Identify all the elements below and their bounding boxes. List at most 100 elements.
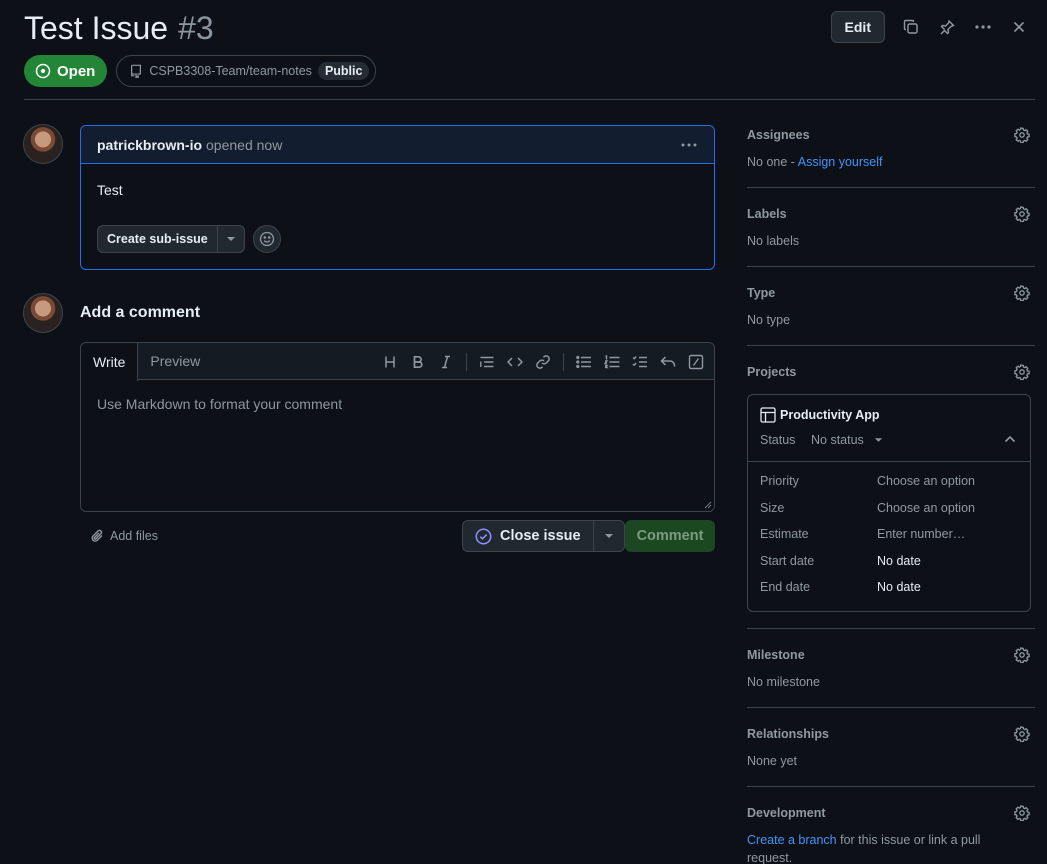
gear-icon[interactable] bbox=[1014, 285, 1030, 301]
add-files-label: Add files bbox=[110, 529, 158, 543]
status-label: Status bbox=[760, 433, 796, 447]
toolbar-divider bbox=[466, 352, 467, 371]
toolbar-divider bbox=[563, 352, 564, 371]
assign-yourself-link[interactable]: Assign yourself bbox=[798, 155, 883, 169]
milestone-value: No milestone bbox=[747, 674, 820, 689]
sidebar-title: Assignees bbox=[747, 128, 810, 142]
issue-timestamp: opened now bbox=[206, 136, 283, 153]
type-value: No type bbox=[747, 313, 791, 327]
copy-icon[interactable] bbox=[901, 17, 921, 37]
assignees-value: No one - Assign yourself bbox=[747, 153, 1035, 171]
issue-title-row: Test Issue #3 bbox=[24, 8, 214, 48]
task-list-icon[interactable] bbox=[632, 354, 648, 370]
comment-textarea[interactable]: Use Markdown to format your comment bbox=[81, 380, 714, 428]
sidebar-development: Development Create a branch for this iss… bbox=[747, 803, 1035, 864]
header-actions: Edit bbox=[830, 11, 1029, 43]
comment-button[interactable]: Comment bbox=[625, 520, 715, 552]
field-value: No date bbox=[877, 553, 921, 568]
gear-icon[interactable] bbox=[1014, 804, 1030, 821]
project-name-link[interactable]: Productivity App bbox=[760, 407, 1018, 423]
issue-title: Test Issue bbox=[24, 10, 169, 46]
create-subissue-button[interactable]: Create sub-issue bbox=[98, 226, 218, 252]
project-field-row[interactable]: End date No date bbox=[760, 580, 1018, 607]
author-link[interactable]: patrickbrown-io bbox=[97, 137, 202, 153]
status-badge: Open bbox=[24, 55, 108, 87]
resize-handle-icon[interactable] bbox=[704, 501, 712, 509]
tab-preview[interactable]: Preview bbox=[138, 343, 212, 379]
repo-pill[interactable]: CSPB3308-Team/team-notes Public bbox=[116, 55, 377, 87]
close-issue-label: Close issue bbox=[500, 528, 581, 544]
comment-editor: Write Preview Use Markdown to format you… bbox=[80, 342, 715, 512]
ordered-list-icon[interactable] bbox=[604, 354, 620, 370]
project-field-row[interactable]: Start date No date bbox=[760, 554, 1018, 581]
subissue-group: Create sub-issue bbox=[97, 225, 281, 253]
kebab-menu-icon[interactable] bbox=[973, 17, 993, 37]
assignees-empty-text: No one - bbox=[747, 155, 798, 169]
gear-icon[interactable] bbox=[1014, 725, 1030, 742]
field-value: Choose an option bbox=[877, 500, 975, 515]
repo-name: CSPB3308-Team/team-notes bbox=[149, 64, 312, 78]
create-branch-link[interactable]: Create a branch bbox=[747, 833, 837, 847]
project-field-row[interactable]: Estimate Enter number… bbox=[760, 527, 1018, 554]
avatar[interactable] bbox=[23, 124, 63, 164]
field-label: Priority bbox=[760, 474, 799, 488]
visibility-badge: Public bbox=[317, 62, 370, 80]
project-name: Productivity App bbox=[780, 408, 880, 422]
gear-icon[interactable] bbox=[1014, 206, 1030, 222]
slash-command-icon[interactable] bbox=[688, 354, 704, 370]
gear-icon[interactable] bbox=[1014, 646, 1030, 663]
field-value: Choose an option bbox=[877, 474, 975, 488]
project-fields: Priority Choose an option Size Choose an… bbox=[748, 462, 1030, 611]
unordered-list-icon[interactable] bbox=[576, 354, 592, 370]
sidebar-type: Type No type bbox=[747, 283, 1035, 346]
sidebar-labels: Labels No labels bbox=[747, 204, 1035, 267]
field-value: Enter number… bbox=[877, 527, 966, 541]
pin-icon[interactable] bbox=[937, 17, 957, 37]
project-field-row[interactable]: Size Choose an option bbox=[760, 501, 1018, 528]
chevron-down-icon[interactable] bbox=[218, 226, 244, 252]
code-icon[interactable] bbox=[507, 354, 523, 370]
sidebar-title: Projects bbox=[747, 365, 797, 379]
project-status: Status No status bbox=[760, 433, 1018, 447]
create-subissue-split-button: Create sub-issue bbox=[97, 225, 245, 253]
issue-body-text: Test bbox=[97, 182, 123, 198]
smiley-icon[interactable] bbox=[252, 225, 281, 253]
close-icon[interactable] bbox=[1009, 17, 1029, 37]
header-divider bbox=[24, 99, 1035, 100]
issue-state-row: Open CSPB3308-Team/team-notes Public bbox=[24, 55, 377, 87]
check-circle-icon bbox=[475, 528, 492, 545]
kebab-menu-icon[interactable] bbox=[680, 137, 698, 153]
tab-write[interactable]: Write bbox=[81, 343, 139, 381]
sidebar-title: Type bbox=[747, 286, 776, 300]
gear-icon[interactable] bbox=[1014, 364, 1030, 380]
editor-tabs: Write Preview bbox=[81, 343, 714, 381]
issue-open-icon bbox=[35, 63, 51, 79]
undo-reply-icon[interactable] bbox=[660, 354, 676, 370]
bold-icon[interactable] bbox=[410, 354, 426, 370]
chevron-up-icon[interactable] bbox=[1004, 435, 1016, 443]
quote-icon[interactable] bbox=[479, 354, 495, 370]
development-value: Create a branch for this issue or link a… bbox=[747, 831, 1007, 864]
issue-body-box: patrickbrown-io opened now Test Create s… bbox=[80, 125, 715, 270]
chevron-down-icon bbox=[874, 438, 882, 442]
issue-body-header: patrickbrown-io opened now bbox=[81, 126, 714, 164]
project-field-row[interactable]: Priority Choose an option bbox=[760, 474, 1018, 501]
close-issue-button[interactable]: Close issue bbox=[463, 521, 594, 551]
italic-icon[interactable] bbox=[438, 354, 454, 370]
edit-button[interactable]: Edit bbox=[830, 11, 885, 43]
status-value: No status bbox=[811, 433, 864, 447]
add-files-button[interactable]: Add files bbox=[90, 528, 158, 544]
issue-number: #3 bbox=[178, 10, 214, 46]
link-icon[interactable] bbox=[535, 354, 551, 370]
sidebar-relationships: Relationships None yet bbox=[747, 724, 1035, 787]
gear-icon[interactable] bbox=[1014, 127, 1030, 143]
sidebar-assignees: Assignees No one - Assign yourself bbox=[747, 125, 1035, 188]
status-select[interactable]: No status bbox=[811, 433, 883, 447]
status-label: Open bbox=[57, 62, 96, 80]
avatar[interactable] bbox=[23, 293, 63, 333]
repo-icon bbox=[129, 64, 143, 78]
relationships-value: None yet bbox=[747, 753, 798, 768]
sidebar-title: Labels bbox=[747, 207, 787, 221]
chevron-down-icon[interactable] bbox=[594, 521, 624, 551]
heading-icon[interactable] bbox=[382, 354, 398, 370]
